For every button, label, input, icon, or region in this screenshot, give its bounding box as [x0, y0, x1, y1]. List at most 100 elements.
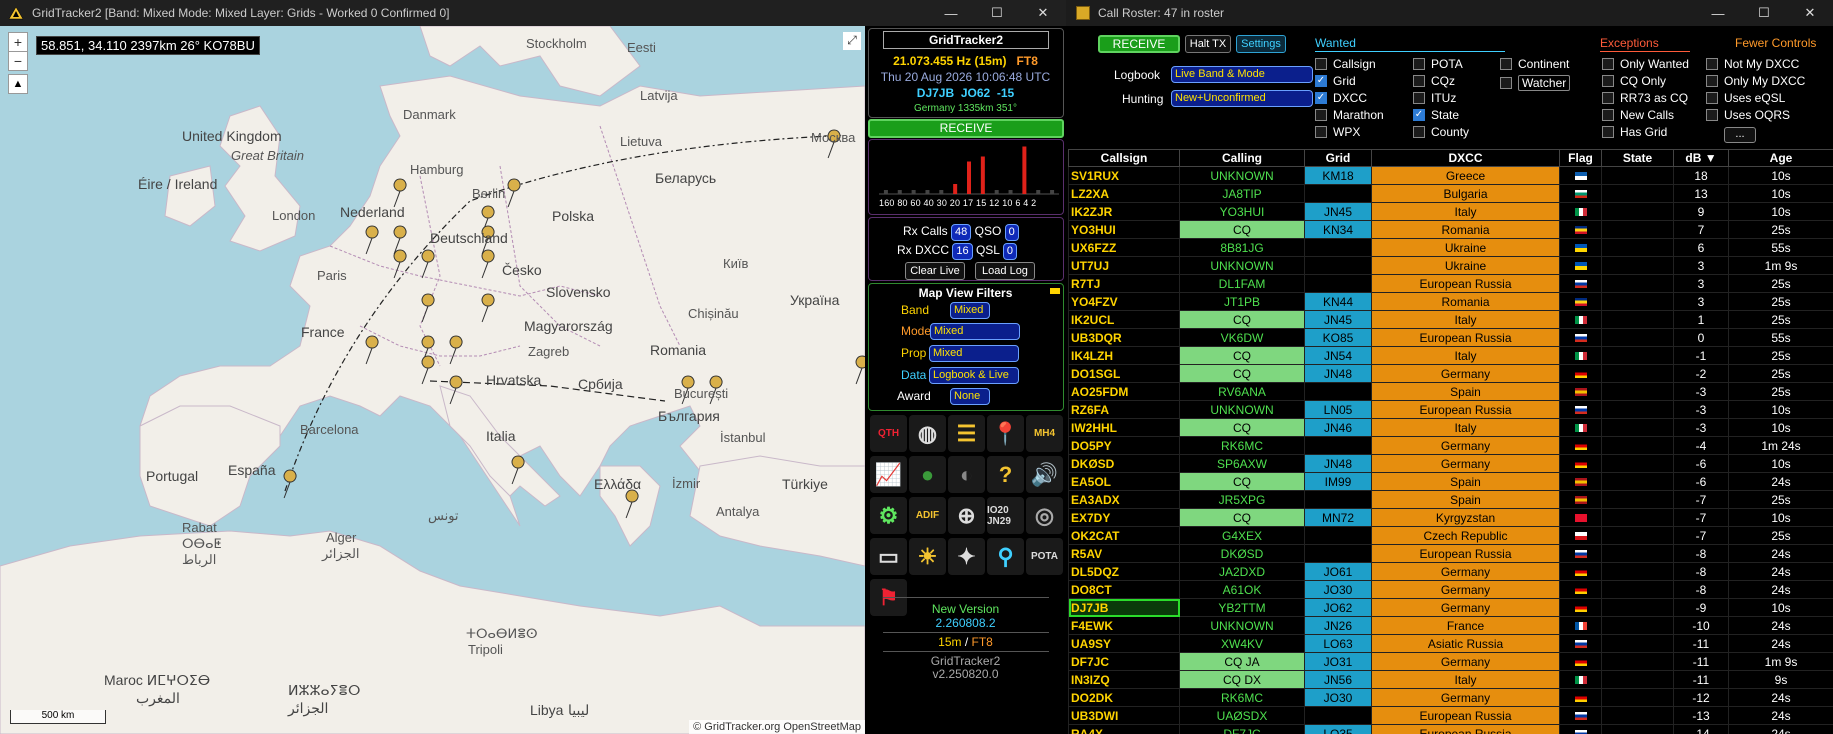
logbook-select[interactable]: Live Band & Mode: [1171, 66, 1313, 83]
clear-live-button[interactable]: Clear Live: [905, 262, 965, 280]
wanted-ituz[interactable]: ITUz: [1413, 91, 1456, 105]
grid-cell[interactable]: KM18: [1304, 166, 1372, 185]
log-list-icon[interactable]: ☰: [948, 415, 985, 452]
roster-row[interactable]: DKØSD SP6AXW JN48 Germany -6 10s: [1068, 454, 1833, 473]
grid-cell[interactable]: JN54: [1304, 346, 1372, 365]
calling-cell[interactable]: DF7JC: [1179, 724, 1305, 734]
callsign-cell[interactable]: IN3IZQ: [1068, 670, 1180, 689]
wanted-state[interactable]: ✓ State: [1413, 108, 1459, 122]
exception-cq-only[interactable]: CQ Only: [1602, 74, 1666, 88]
roster-close-icon[interactable]: ✕: [1787, 0, 1833, 26]
grid-cell[interactable]: JN26: [1304, 616, 1372, 635]
callsign-cell[interactable]: DJ7JB: [1068, 598, 1180, 617]
checkbox-icon[interactable]: [1413, 126, 1425, 138]
help-icon[interactable]: ?: [987, 456, 1024, 493]
roster-row[interactable]: UB3DQR VK6DW KO85 European Russia 0 55s: [1068, 328, 1833, 347]
calling-cell[interactable]: UAØSDX: [1179, 706, 1305, 725]
exception-only-my-dxcc[interactable]: Only My DXCC: [1706, 74, 1805, 88]
roster-row[interactable]: IK2ZJR YO3HUI JN45 Italy 9 10s: [1068, 202, 1833, 221]
roster-row[interactable]: IN3IZQ CQ DX JN56 Italy -11 9s: [1068, 670, 1833, 689]
grid-cell[interactable]: LO63: [1304, 634, 1372, 653]
wanted-cqz[interactable]: CQz: [1413, 74, 1455, 88]
qsl-count[interactable]: 0: [1002, 243, 1017, 260]
north-arrow-icon[interactable]: ▲: [8, 74, 28, 94]
roster-row[interactable]: R7TJ DL1FAM European Russia 3 25s: [1068, 274, 1833, 293]
callsign-cell[interactable]: EA3ADX: [1068, 490, 1180, 509]
exception-rr73-as-cq[interactable]: RR73 as CQ: [1602, 91, 1688, 105]
band-bar[interactable]: [980, 156, 985, 195]
grid-cell[interactable]: LN05: [1304, 400, 1372, 419]
calling-cell[interactable]: RK6MC: [1179, 436, 1305, 455]
calling-cell[interactable]: YO3HUI: [1179, 202, 1305, 221]
more-options-button[interactable]: ...: [1724, 127, 1756, 143]
calling-cell[interactable]: DL1FAM: [1179, 274, 1305, 293]
band-bar[interactable]: [1008, 190, 1013, 194]
calling-cell[interactable]: UNKNOWN: [1179, 166, 1305, 185]
exception-new-calls[interactable]: New Calls: [1602, 108, 1674, 122]
mh4-icon[interactable]: MH4: [1026, 415, 1063, 452]
rx-calls-count[interactable]: 48: [951, 224, 972, 241]
roster-row[interactable]: SV1RUX UNKNOWN KM18 Greece 18 10s: [1068, 166, 1833, 185]
calling-cell[interactable]: CQ: [1179, 220, 1305, 239]
calling-cell[interactable]: CQ: [1179, 310, 1305, 329]
earth-icon[interactable]: ●: [909, 456, 946, 493]
maximize-icon[interactable]: ☐: [974, 0, 1020, 26]
roster-row[interactable]: EA3ADX JR5XPG Spain -7 25s: [1068, 490, 1833, 509]
grid-cell[interactable]: JN48: [1304, 364, 1372, 383]
callsign-cell[interactable]: DO1SGL: [1068, 364, 1180, 383]
grid-cell[interactable]: [1304, 706, 1372, 725]
collapse-filters-icon[interactable]: [1050, 288, 1060, 294]
roster-row[interactable]: IK2UCL CQ JN45 Italy 1 25s: [1068, 310, 1833, 329]
grid-cell[interactable]: JO62: [1304, 598, 1372, 617]
calling-cell[interactable]: RK6MC: [1179, 688, 1305, 707]
roster-row[interactable]: EA5OL CQ IM99 Spain -6 24s: [1068, 472, 1833, 491]
checkbox-icon[interactable]: [1315, 58, 1327, 70]
globe-lookup-icon[interactable]: ⊕: [948, 497, 985, 534]
callsign-cell[interactable]: YO4FZV: [1068, 292, 1180, 311]
grid-cell[interactable]: [1304, 184, 1372, 203]
presentation-icon[interactable]: ▭: [870, 538, 907, 575]
minimize-icon[interactable]: —: [928, 0, 974, 26]
radar-icon[interactable]: ◎: [1026, 497, 1063, 534]
roster-row[interactable]: UX6FZZ 8B81JG Ukraine 6 55s: [1068, 238, 1833, 257]
calling-cell[interactable]: RV6ANA: [1179, 382, 1305, 401]
grid-cell[interactable]: JO31: [1304, 652, 1372, 671]
filter-select-data[interactable]: Logbook & Live: [929, 367, 1019, 384]
column-header-flag[interactable]: Flag: [1559, 149, 1602, 167]
band-bar[interactable]: [925, 190, 930, 194]
roster-row[interactable]: UB3DWI UAØSDX European Russia -13 24s: [1068, 706, 1833, 725]
roster-row[interactable]: YO4FZV JT1PB KN44 Romania 3 25s: [1068, 292, 1833, 311]
calling-cell[interactable]: UNKNOWN: [1179, 616, 1305, 635]
receive-indicator[interactable]: RECEIVE: [868, 119, 1064, 138]
grid-cell[interactable]: [1304, 256, 1372, 275]
calling-cell[interactable]: CQ: [1179, 508, 1305, 527]
checkbox-icon[interactable]: [1413, 92, 1425, 104]
callsign-cell[interactable]: DF7JC: [1068, 652, 1180, 671]
roster-row[interactable]: DO8CT A61OK JO30 Germany -8 24s: [1068, 580, 1833, 599]
calling-cell[interactable]: UNKNOWN: [1179, 400, 1305, 419]
filter-select-mode[interactable]: Mixed: [930, 323, 1020, 340]
qth-icon[interactable]: QTH: [870, 415, 907, 452]
column-header-db[interactable]: dB ▼: [1673, 149, 1729, 167]
column-header-callsign[interactable]: Callsign: [1068, 149, 1180, 167]
calling-cell[interactable]: UNKNOWN: [1179, 256, 1305, 275]
adif-icon[interactable]: ADIF: [909, 497, 946, 534]
exception-has-grid[interactable]: Has Grid: [1602, 125, 1667, 139]
close-icon[interactable]: ✕: [1020, 0, 1066, 26]
callsign-cell[interactable]: UB3DWI: [1068, 706, 1180, 725]
roster-row[interactable]: DO1SGL CQ JN48 Germany -2 25s: [1068, 364, 1833, 383]
satellite-icon[interactable]: ✦: [948, 538, 985, 575]
callsign-cell[interactable]: YO3HUI: [1068, 220, 1180, 239]
halt-tx-button[interactable]: Halt TX: [1185, 35, 1231, 53]
checkbox-icon[interactable]: [1602, 126, 1614, 138]
band-bar[interactable]: [1022, 146, 1027, 195]
checkbox-icon[interactable]: [1500, 58, 1512, 70]
calling-cell[interactable]: DKØSD: [1179, 544, 1305, 563]
callsign-cell[interactable]: F4EWK: [1068, 616, 1180, 635]
grid-cell[interactable]: JN46: [1304, 418, 1372, 437]
wanted-wpx[interactable]: WPX: [1315, 125, 1360, 139]
grid-cell[interactable]: KN34: [1304, 220, 1372, 239]
callsign-cell[interactable]: DKØSD: [1068, 454, 1180, 473]
checkbox-icon[interactable]: [1706, 109, 1718, 121]
checkbox-icon[interactable]: [1602, 92, 1614, 104]
